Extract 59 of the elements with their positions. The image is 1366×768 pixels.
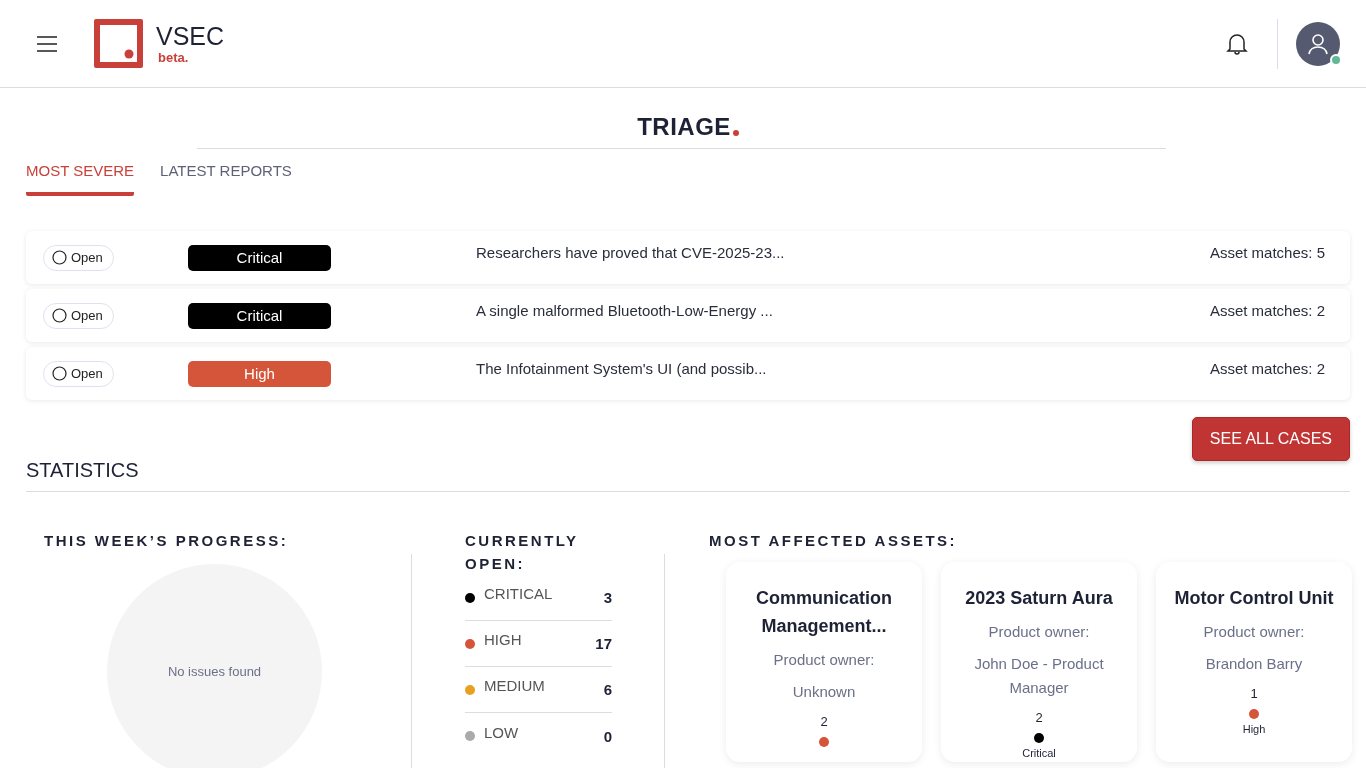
case-summary: The Infotainment System's UI (and possib... [476, 359, 768, 377]
menu-icon [36, 35, 58, 52]
owner-name: John Doe - Product Manager [973, 654, 1105, 698]
asset-matches: Asset matches: 5 [1209, 243, 1325, 261]
severity-badge: Critical [188, 244, 331, 271]
issue-count: 2 [1035, 710, 1043, 725]
issue-count: 2 [820, 714, 828, 729]
section-title: STATISTICS [26, 459, 1350, 492]
status-label: Open [71, 366, 103, 381]
severity-badge: High [188, 360, 331, 387]
logo-icon [94, 19, 143, 68]
tab[interactable]: LATEST REPORTS [160, 162, 292, 196]
circle-icon [52, 250, 67, 265]
user-avatar[interactable] [1296, 21, 1340, 66]
owner-name: Brandon Barry [1205, 654, 1303, 674]
asset-name: Motor Control Unit [1174, 587, 1334, 610]
circle-icon [52, 308, 67, 323]
case-row[interactable]: Open High The Infotainment System's UI (and possib... Asset matches: 2 [26, 347, 1350, 400]
severity-label: High [1242, 723, 1266, 735]
severity-label: CRITICAL [484, 585, 554, 602]
column-heading: MOST AFFECTED ASSETS: [709, 531, 959, 551]
case-row[interactable]: Open Critical A single malformed Bluetooth-Low-Energy ... Asset matches: 2 [26, 289, 1350, 342]
column-heading: CURRENTLY OPEN: [465, 531, 580, 574]
severity-label: LOW [484, 723, 520, 741]
circle-icon [52, 366, 67, 381]
tab[interactable]: MOST SEVERE [26, 162, 135, 196]
case-row[interactable]: Open Critical Researchers have proved that CVE-2025-23... Asset matches: 5 [26, 231, 1350, 284]
owner-label: Product owner: [773, 650, 875, 670]
asset-matches: Asset matches: 2 [1209, 359, 1325, 377]
severity-count: 6 [603, 681, 612, 698]
status-label: Open [71, 250, 103, 265]
page-title: TRIAGE [637, 113, 739, 141]
asset-name: Communication Management... [755, 587, 893, 638]
beta-label: beta. [158, 50, 190, 65]
severity-label: Critical [1022, 747, 1056, 759]
empty-chart: No issues found [107, 564, 322, 768]
severity-label: HIGH [484, 631, 523, 648]
column-heading: THIS WEEK’S PROGRESS: [44, 531, 290, 551]
severity-label: MEDIUM [484, 677, 546, 694]
severity-count: 3 [603, 589, 612, 606]
severity-badge: Critical [188, 302, 331, 329]
asset-card[interactable]: Motor Control Unit Product owner: Brandon Barry 1 High [1156, 562, 1352, 762]
see-all-cases-button[interactable]: SEE ALL CASES [1191, 417, 1350, 461]
asset-matches: Asset matches: 2 [1209, 301, 1325, 319]
owner-name: Unknown [792, 682, 856, 702]
case-summary: Researchers have proved that CVE-2025-23... [476, 243, 786, 261]
issue-count: 1 [1250, 686, 1258, 701]
status-label: Open [71, 308, 103, 323]
severity-count: 17 [595, 635, 612, 652]
user-icon [1307, 32, 1329, 55]
menu-button[interactable] [36, 35, 58, 52]
case-summary: A single malformed Bluetooth-Low-Energy ... [476, 301, 774, 319]
asset-name: 2023 Saturn Aura [965, 587, 1113, 610]
owner-label: Product owner: [1203, 622, 1305, 642]
asset-card[interactable]: 2023 Saturn Aura Product owner: John Doe - Product Manager 2 Critical [941, 562, 1137, 762]
brand-name: VSEC [156, 22, 225, 50]
asset-card[interactable]: Communication Management... Product owner: Unknown 2 [726, 562, 922, 762]
severity-count: 0 [603, 727, 612, 745]
owner-label: Product owner: [988, 622, 1090, 642]
